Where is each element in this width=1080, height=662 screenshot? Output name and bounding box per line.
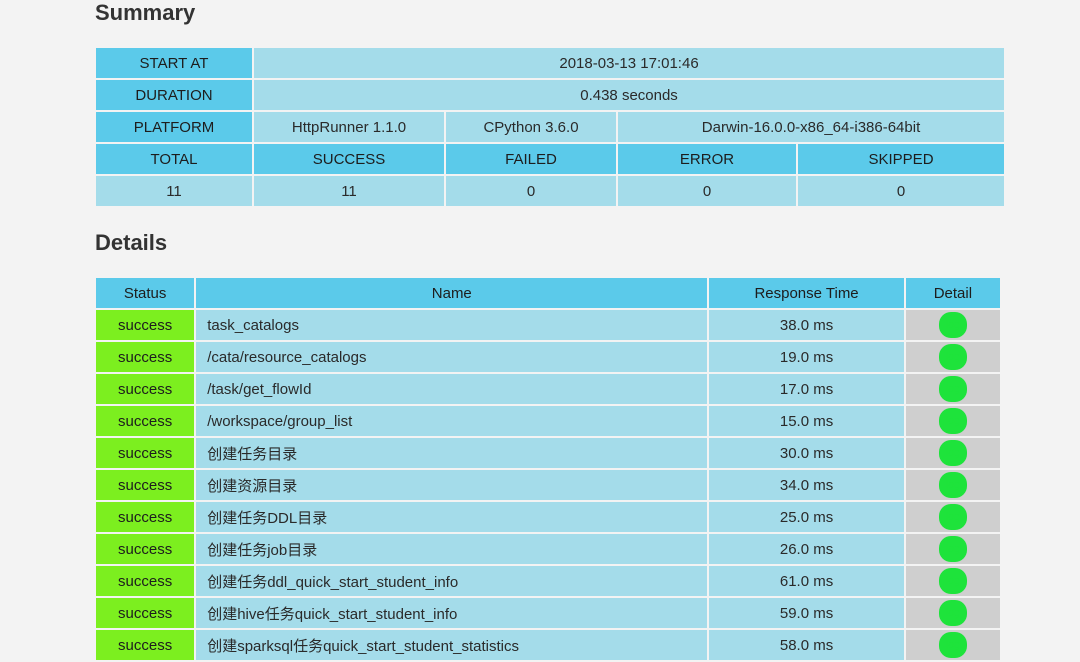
- status-cell: success: [96, 438, 195, 468]
- status-cell: success: [96, 470, 195, 500]
- error-value: 0: [618, 176, 796, 206]
- table-row: success 创建任务job目录 26.0 ms log: [96, 534, 1000, 564]
- log-button[interactable]: log: [938, 632, 967, 658]
- status-column-header: Status: [96, 278, 195, 308]
- status-cell: success: [96, 374, 195, 404]
- start-at-value: 2018-03-13 17:01:46: [254, 48, 1005, 78]
- stats-header-row: TOTAL SUCCESS FAILED ERROR SKIPPED: [96, 144, 1005, 174]
- table-row: success 创建任务ddl_quick_start_student_info 6…: [96, 566, 1000, 596]
- success-header: SUCCESS: [254, 144, 444, 174]
- total-header: TOTAL: [96, 144, 252, 174]
- platform-os: Darwin-16.0.0-x86_64-i386-64bit: [618, 112, 1005, 142]
- log-button[interactable]: log: [938, 568, 967, 594]
- detail-cell: log: [905, 438, 1000, 468]
- status-cell: success: [96, 566, 195, 596]
- detail-cell: log: [905, 310, 1000, 340]
- table-row: success/workspace/group_list 15.0 ms log: [96, 406, 1000, 436]
- detail-cell: log: [905, 406, 1000, 436]
- response-time-cell: 15.0 ms: [709, 406, 904, 436]
- detail-column-header: Detail: [905, 278, 1000, 308]
- table-row: success 创建任务DDL目录 25.0 ms log: [96, 502, 1000, 532]
- status-cell: success: [96, 502, 195, 532]
- skipped-value: 0: [798, 176, 1005, 206]
- response-time-cell: 30.0 ms: [709, 438, 904, 468]
- response-time-cell: 19.0 ms: [709, 342, 904, 372]
- details-table: Status Name Response Time Detail success…: [94, 276, 1002, 662]
- name-column-header: Name: [196, 278, 708, 308]
- details-body: success task_catalogs 38.0 ms log success/ca…: [96, 310, 1000, 660]
- response-time-cell: 38.0 ms: [709, 310, 904, 340]
- skipped-header: SKIPPED: [798, 144, 1005, 174]
- log-button[interactable]: log: [938, 344, 967, 370]
- name-cell: task_catalogs: [196, 310, 708, 340]
- name-cell: 创建任务job目录: [196, 534, 708, 564]
- detail-cell: log: [905, 374, 1000, 404]
- table-row: success 创建hive任务quick_start_student_info 5…: [96, 598, 1000, 628]
- detail-cell: log: [905, 630, 1000, 660]
- status-cell: success: [96, 598, 195, 628]
- platform-label: PLATFORM: [96, 112, 252, 142]
- detail-cell: log: [905, 342, 1000, 372]
- response-time-column-header: Response Time: [709, 278, 904, 308]
- start-at-row: START AT 2018-03-13 17:01:46: [96, 48, 1005, 78]
- name-cell: 创建任务目录: [196, 438, 708, 468]
- log-button[interactable]: log: [938, 504, 967, 530]
- table-row: success/task/get_flowId 17.0 ms log: [96, 374, 1000, 404]
- details-header-row: Status Name Response Time Detail: [96, 278, 1000, 308]
- name-cell: /workspace/group_list: [196, 406, 708, 436]
- response-time-cell: 25.0 ms: [709, 502, 904, 532]
- status-cell: success: [96, 342, 195, 372]
- error-header: ERROR: [618, 144, 796, 174]
- platform-httprunner: HttpRunner 1.1.0: [254, 112, 444, 142]
- detail-cell: log: [905, 470, 1000, 500]
- response-time-cell: 17.0 ms: [709, 374, 904, 404]
- summary-title: Summary: [95, 0, 196, 25]
- name-cell: 创建sparksql任务quick_start_student_statisti…: [196, 630, 708, 660]
- status-cell: success: [96, 310, 195, 340]
- start-at-label: START AT: [96, 48, 252, 78]
- duration-label: DURATION: [96, 80, 252, 110]
- success-value: 11: [254, 176, 444, 206]
- failed-header: FAILED: [446, 144, 616, 174]
- response-time-cell: 34.0 ms: [709, 470, 904, 500]
- response-time-cell: 26.0 ms: [709, 534, 904, 564]
- log-button[interactable]: log: [938, 312, 967, 338]
- detail-cell: log: [905, 598, 1000, 628]
- table-row: success 创建sparksql任务quick_start_student_s…: [96, 630, 1000, 660]
- response-time-cell: 61.0 ms: [709, 566, 904, 596]
- table-row: success task_catalogs 38.0 ms log: [96, 310, 1000, 340]
- response-time-cell: 59.0 ms: [709, 598, 904, 628]
- summary-table: START AT 2018-03-13 17:01:46 DURATION 0.…: [94, 46, 1006, 208]
- status-cell: success: [96, 630, 195, 660]
- detail-cell: log: [905, 566, 1000, 596]
- name-cell: /cata/resource_catalogs: [196, 342, 708, 372]
- status-cell: success: [96, 406, 195, 436]
- log-button[interactable]: log: [938, 376, 967, 402]
- total-value: 11: [96, 176, 252, 206]
- detail-cell: log: [905, 534, 1000, 564]
- response-time-cell: 58.0 ms: [709, 630, 904, 660]
- log-button[interactable]: log: [938, 440, 967, 466]
- name-cell: 创建任务DDL目录: [196, 502, 708, 532]
- name-cell: 创建hive任务quick_start_student_info: [196, 598, 708, 628]
- table-row: success 创建任务目录 30.0 ms log: [96, 438, 1000, 468]
- duration-value: 0.438 seconds: [254, 80, 1005, 110]
- log-button[interactable]: log: [938, 536, 967, 562]
- table-row: success/cata/resource_catalogs 19.0 ms log: [96, 342, 1000, 372]
- table-row: success 创建资源目录 34.0 ms log: [96, 470, 1000, 500]
- name-cell: 创建任务ddl_quick_start_student_info: [196, 566, 708, 596]
- log-button[interactable]: log: [938, 600, 967, 626]
- detail-cell: log: [905, 502, 1000, 532]
- status-cell: success: [96, 534, 195, 564]
- failed-value: 0: [446, 176, 616, 206]
- log-button[interactable]: log: [938, 408, 967, 434]
- duration-row: DURATION 0.438 seconds: [96, 80, 1005, 110]
- details-title: Details: [95, 230, 168, 255]
- platform-row: PLATFORM HttpRunner 1.1.0 CPython 3.6.0 …: [96, 112, 1005, 142]
- name-cell: 创建资源目录: [196, 470, 708, 500]
- log-button[interactable]: log: [938, 472, 967, 498]
- platform-python: CPython 3.6.0: [446, 112, 616, 142]
- stats-value-row: 11 11 0 0 0: [96, 176, 1005, 206]
- name-cell: /task/get_flowId: [196, 374, 708, 404]
